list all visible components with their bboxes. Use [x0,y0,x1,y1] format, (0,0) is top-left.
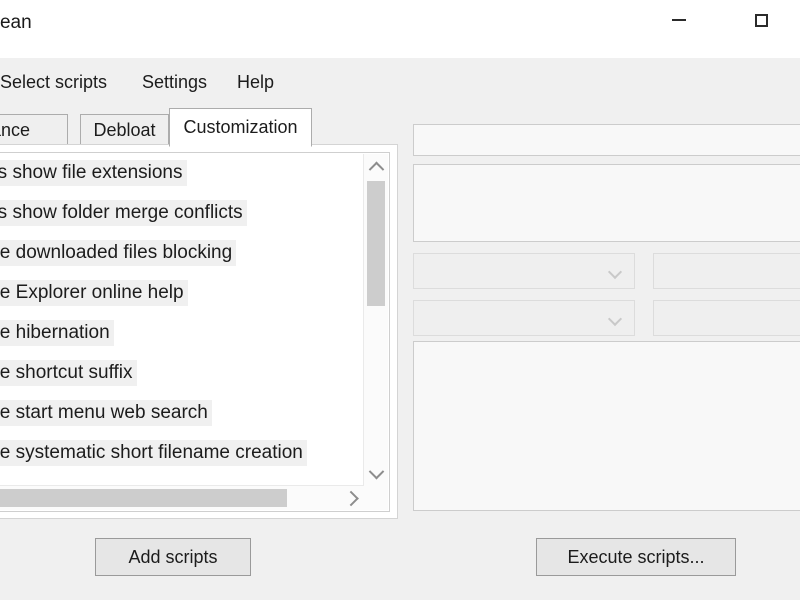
list-item-label: Disable Explorer online help [0,280,188,307]
script-list-frame: Always show file extensions Always show … [0,144,398,519]
list-item[interactable]: Disable downloaded files blocking [0,233,390,273]
list-item[interactable]: Disable start menu web search [0,393,390,433]
script-description-field[interactable] [413,164,800,242]
horizontal-scrollbar[interactable] [0,485,364,510]
menu-bar: Select scripts Settings Help [0,58,800,104]
tab-debloat[interactable]: Debloat [80,114,169,146]
list-item-label: Disable downloaded files blocking [0,240,236,267]
script-host-value-box[interactable] [653,300,800,336]
list-item-label: Disable shortcut suffix [0,360,137,387]
list-item[interactable]: Disable hibernation [0,313,390,353]
list-item-label: Disable start menu web search [0,400,212,427]
tab-customization[interactable]: Customization [169,108,312,147]
script-list-items: Always show file extensions Always show … [0,153,390,473]
title-bar: Clean [0,0,800,58]
maximize-icon [755,14,768,27]
minimize-icon [672,19,686,21]
tab-maintenance[interactable]: tenance [0,114,68,146]
horizontal-scroll-thumb[interactable] [0,489,287,507]
list-item-label: Always show folder merge conflicts [0,200,247,227]
vertical-scrollbar[interactable] [363,154,388,486]
maximize-button[interactable] [735,0,788,40]
scroll-right-button[interactable] [340,486,364,510]
script-code-field[interactable] [413,341,800,511]
chevron-down-icon [610,314,620,324]
application-window: Clean Select scripts Settings Help tenan… [0,0,800,600]
list-item[interactable]: Always show file extensions [0,153,390,193]
vertical-scroll-thumb[interactable] [367,181,385,306]
list-item-label: Disable hibernation [0,320,114,347]
script-capability-dropdown[interactable] [413,253,635,289]
menu-item-help[interactable]: Help [233,70,278,95]
script-host-dropdown[interactable] [413,300,635,336]
list-item[interactable]: Disable systematic short filename creati… [0,433,390,473]
execute-scripts-button[interactable]: Execute scripts... [536,538,736,576]
menu-item-settings[interactable]: Settings [138,70,211,95]
list-item-label: Always show file extensions [0,160,187,187]
script-name-field[interactable] [413,124,800,156]
menu-item-select-scripts[interactable]: Select scripts [0,70,111,95]
scroll-up-button[interactable] [364,154,388,178]
chevron-down-icon [610,267,620,277]
add-scripts-button[interactable]: Add scripts [95,538,251,576]
list-item[interactable]: Always show folder merge conflicts [0,193,390,233]
chevron-down-icon [368,463,384,479]
minimize-button[interactable] [652,0,705,40]
list-item-label: Disable systematic short filename creati… [0,440,307,467]
script-capability-value-box[interactable] [653,253,800,289]
chevron-up-icon [368,161,384,177]
scroll-down-button[interactable] [364,462,388,486]
scrollbar-corner [364,486,388,510]
script-list-box[interactable]: Always show file extensions Always show … [0,152,390,512]
list-item[interactable]: Disable Explorer online help [0,273,390,313]
chevron-right-icon [343,490,359,506]
list-item[interactable]: Disable shortcut suffix [0,353,390,393]
window-title: Clean [0,12,32,34]
